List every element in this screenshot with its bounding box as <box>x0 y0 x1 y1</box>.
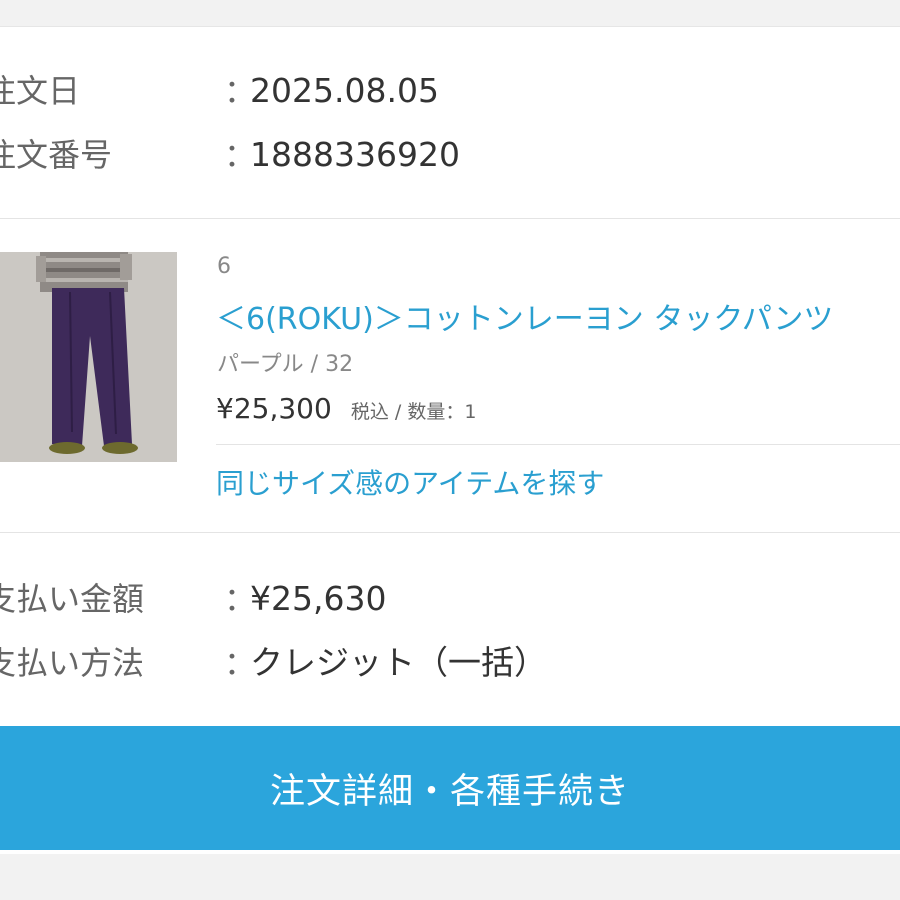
order-date-value: 2025.08.05 <box>250 71 439 110</box>
product-variant: パープル / 32 <box>217 352 354 377</box>
similar-size-link[interactable]: 同じサイズ感のアイテムを探す <box>216 462 604 502</box>
item-divider <box>216 444 900 445</box>
order-card: 注文日 ： 2025.08.05 注文番号 ： 1888336920 6 ＜6( <box>0 26 900 854</box>
payment-amount-value: ¥25,630 <box>250 579 387 618</box>
price-line: ¥25,300 税込 / 数量：1 <box>216 392 476 425</box>
product-price: ¥25,300 <box>216 392 332 425</box>
payment-method-value: クレジット（一括） <box>250 643 547 682</box>
section-divider <box>0 532 900 533</box>
top-divider <box>0 26 900 27</box>
product-name-link[interactable]: ＜6(ROKU)＞コットンレーヨン タックパンツ <box>216 294 833 338</box>
section-divider <box>0 218 900 219</box>
order-details-button-label: 注文詳細・各種手続き <box>269 771 630 812</box>
product-image[interactable] <box>0 252 177 462</box>
tax-quantity: 税込 / 数量：1 <box>350 401 477 423</box>
product-photo <box>0 252 177 462</box>
order-number-label: 注文番号 <box>0 136 113 174</box>
order-date-row: 注文日 ： 2025.08.05 <box>0 66 900 116</box>
payment-amount-label: 支払い金額 <box>0 580 145 618</box>
order-details-button[interactable]: 注文詳細・各種手続き <box>0 726 900 850</box>
order-date-label: 注文日 <box>0 72 81 110</box>
payment-method-row: 支払い方法 ： クレジット（一括） <box>0 638 900 688</box>
payment-method-label: 支払い方法 <box>0 644 145 682</box>
order-number-row: 注文番号 ： 1888336920 <box>0 130 900 180</box>
product-brand: 6 <box>217 254 231 279</box>
payment-amount-row: 支払い金額 ： ¥25,630 <box>0 574 900 624</box>
order-number-value: 1888336920 <box>250 135 460 174</box>
